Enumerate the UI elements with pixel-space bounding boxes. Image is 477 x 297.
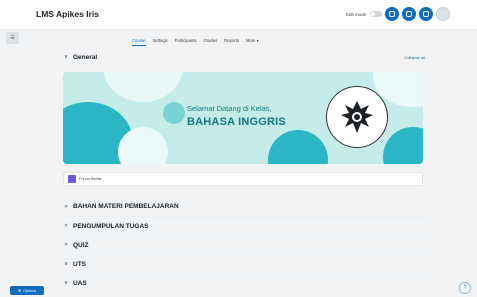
activity-forum[interactable]: Forum Berita <box>63 172 423 186</box>
help-button[interactable]: ? <box>459 282 471 294</box>
banner-course-name: BAHASA INGGRIS <box>187 116 286 128</box>
general-section-toggle[interactable]: v General <box>63 53 98 61</box>
general-section-header: v General Collapse all <box>63 50 425 64</box>
options-button[interactable]: ⚙ Options <box>10 286 44 295</box>
banner-blob <box>268 130 328 164</box>
chevron-down-icon: v <box>64 54 68 60</box>
course-section[interactable]: > BAHAN MATERI PEMBELAJARAN <box>63 197 425 216</box>
course-sections: > BAHAN MATERI PEMBELAJARAN > PENGUMPULA… <box>63 197 425 292</box>
forum-icon <box>68 175 76 183</box>
notifications-icon[interactable] <box>402 7 416 21</box>
site-brand[interactable]: LMS Apikes Iris <box>36 9 99 19</box>
tab-more[interactable]: More ▾ <box>246 38 259 46</box>
top-navbar: LMS Apikes Iris Edit mode <box>0 0 477 30</box>
banner-blob <box>118 127 168 164</box>
course-section[interactable]: v UTS <box>63 254 425 273</box>
tab-participants[interactable]: Participants <box>175 38 197 46</box>
banner-blob <box>383 127 423 164</box>
course-content: v General Collapse all Selamat Datang di… <box>63 50 425 292</box>
section-title: UAS <box>73 279 87 287</box>
messages-icon[interactable] <box>419 7 433 21</box>
activity-label: Forum Berita <box>79 177 101 181</box>
banner-text: Selamat Datang di Kelas, BAHASA INGGRIS <box>187 104 286 128</box>
section-title: QUIZ <box>73 241 89 249</box>
top-icons <box>385 7 450 21</box>
edit-mode-toggle[interactable] <box>370 11 383 17</box>
course-nav: Course Settings Participants Grades Repo… <box>132 38 259 46</box>
section-title: UTS <box>73 260 86 268</box>
course-section[interactable]: > PENGUMPULAN TUGAS <box>63 216 425 235</box>
course-banner: Selamat Datang di Kelas, BAHASA INGGRIS <box>63 72 423 164</box>
institution-logo <box>326 86 388 148</box>
banner-blob <box>103 72 183 102</box>
chevron-right-icon: > <box>64 242 68 248</box>
general-section-title: General <box>73 53 98 61</box>
gear-icon: ⚙ <box>17 289 22 293</box>
section-title: BAHAN MATERI PEMBELAJARAN <box>73 203 179 210</box>
tab-reports[interactable]: Reports <box>224 38 239 46</box>
search-icon[interactable] <box>385 7 399 21</box>
options-label: Options <box>23 288 37 293</box>
chevron-down-icon: v <box>64 261 68 267</box>
banner-welcome: Selamat Datang di Kelas, <box>187 104 272 113</box>
tab-grades[interactable]: Grades <box>204 38 218 46</box>
chevron-right-icon: > <box>64 223 68 229</box>
section-title: PENGUMPULAN TUGAS <box>73 222 149 230</box>
banner-blob <box>163 102 185 124</box>
drawer-toggle-button[interactable]: ☰ <box>6 32 19 44</box>
course-section[interactable]: > QUIZ <box>63 235 425 254</box>
chevron-down-icon: v <box>64 280 68 286</box>
tab-settings[interactable]: Settings <box>153 38 168 46</box>
edit-mode-label: Edit mode <box>346 11 367 17</box>
tab-course[interactable]: Course <box>132 38 146 46</box>
eagle-emblem-icon <box>341 101 373 133</box>
edit-mode-control[interactable]: Edit mode <box>346 11 383 17</box>
avatar[interactable] <box>436 7 450 21</box>
chevron-right-icon: > <box>64 203 68 210</box>
course-section[interactable]: v UAS <box>63 273 425 292</box>
help-icon: ? <box>463 285 467 291</box>
collapse-all-link[interactable]: Collapse all <box>404 55 425 60</box>
